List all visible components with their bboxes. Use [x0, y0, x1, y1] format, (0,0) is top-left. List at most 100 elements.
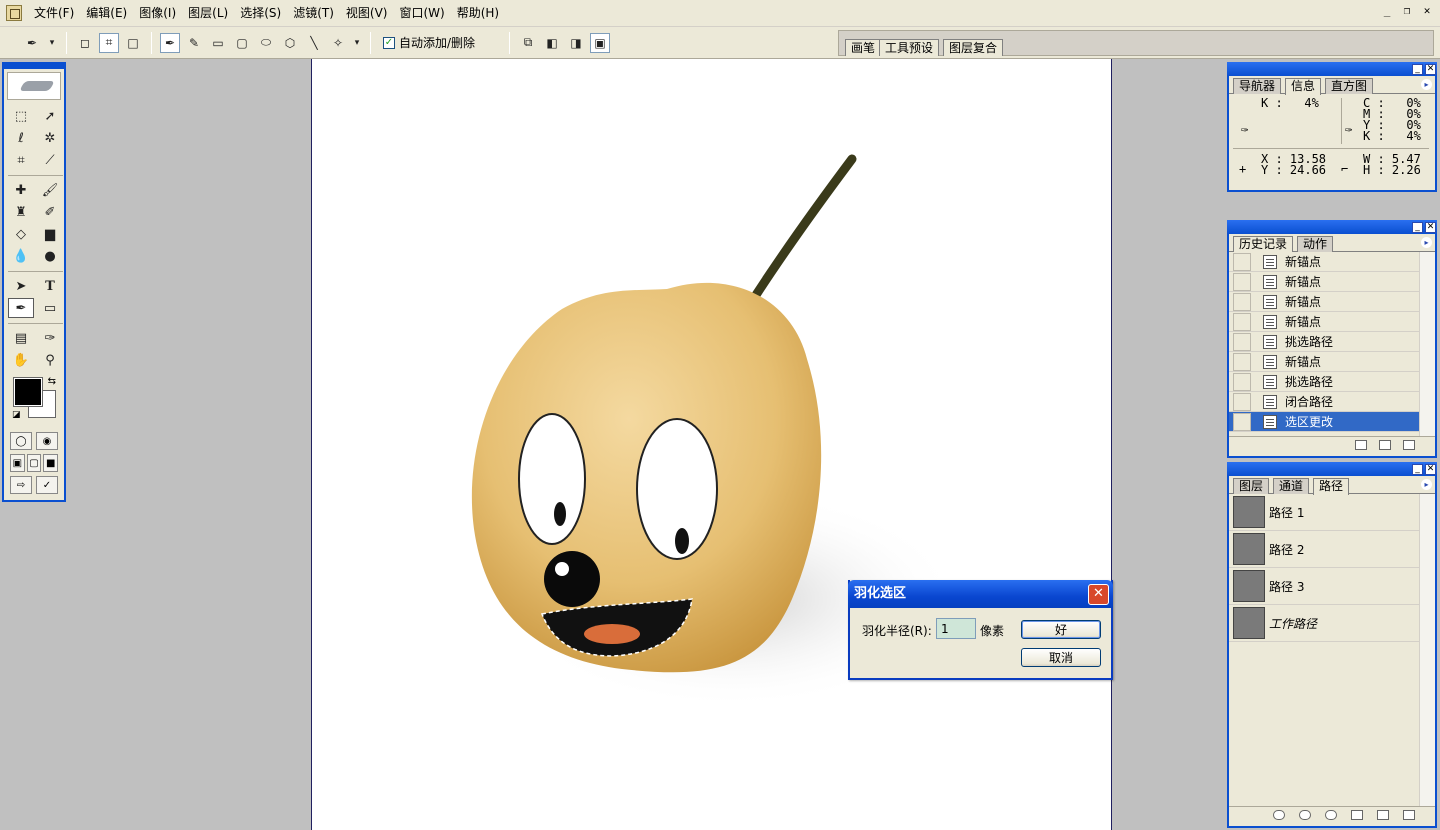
panel-menu-icon[interactable]: ▸ [1421, 79, 1432, 90]
lasso-icon[interactable]: ℓ [8, 128, 34, 148]
standard-screen-icon[interactable]: ▣ [10, 454, 25, 472]
minimize-icon[interactable]: _ [1412, 222, 1423, 233]
history-item[interactable]: 新锚点 [1229, 252, 1435, 272]
shape-layers-mode-icon[interactable]: ◻ [75, 33, 95, 53]
healing-brush-icon[interactable]: ✚ [8, 180, 34, 200]
notes-icon[interactable]: ▤ [8, 328, 34, 348]
magic-wand-icon[interactable]: ✲ [37, 128, 63, 148]
cancel-button[interactable]: 取消 [1021, 648, 1101, 667]
shape-icon[interactable]: ▭ [37, 298, 63, 318]
custom-shape-icon[interactable]: ✧ [328, 33, 348, 53]
well-tab-layer-comps[interactable]: 图层复合 [943, 39, 1004, 56]
dodge-icon[interactable]: ● [37, 246, 63, 266]
panel-title-bar[interactable]: _ ✕ [1227, 62, 1437, 76]
trash-icon[interactable] [1403, 809, 1415, 820]
work-path-item[interactable]: 工作路径 [1229, 605, 1435, 642]
pen-icon[interactable]: ✒ [8, 298, 34, 318]
fill-pixels-mode-icon[interactable]: □ [123, 33, 143, 53]
stroke-path-icon[interactable] [1299, 809, 1311, 820]
close-icon[interactable]: ✕ [1088, 584, 1109, 605]
panel-title-bar[interactable]: _ ✕ [1227, 220, 1437, 234]
history-brush-source-checkbox[interactable] [1233, 312, 1251, 331]
trash-icon[interactable] [1403, 439, 1415, 450]
history-brush-icon[interactable]: ✐ [37, 202, 63, 222]
history-scrollbar[interactable] [1419, 252, 1435, 436]
snapshot-icon[interactable] [1379, 439, 1391, 450]
new-path-icon[interactable] [1377, 809, 1389, 820]
chevron-down-icon[interactable]: ▾ [352, 33, 362, 53]
path-selection-icon[interactable]: ➤ [8, 276, 34, 296]
minimize-icon[interactable]: _ [1412, 464, 1423, 475]
history-brush-source-checkbox[interactable] [1233, 392, 1251, 411]
imageready-icon[interactable]: ✓ [36, 476, 58, 494]
swap-colors-icon[interactable]: ⇆ [48, 376, 56, 387]
path-item[interactable]: 路径 3 [1229, 568, 1435, 605]
feather-logo[interactable] [7, 72, 61, 100]
zoom-icon[interactable]: ⚲ [37, 350, 63, 370]
feather-radius-input[interactable] [936, 618, 976, 639]
history-item[interactable]: 闭合路径 [1229, 392, 1435, 412]
rectangle-icon[interactable]: ▭ [208, 33, 228, 53]
subtract-path-area-icon[interactable]: ◧ [542, 33, 562, 53]
new-document-from-state-icon[interactable] [1355, 439, 1367, 450]
crop-icon[interactable]: ⌗ [8, 150, 34, 170]
history-brush-source-checkbox[interactable] [1233, 372, 1251, 391]
close-icon[interactable]: ✕ [1425, 64, 1436, 75]
pen-icon[interactable]: ✒ [160, 32, 180, 53]
path-item[interactable]: 路径 2 [1229, 531, 1435, 568]
paths-scrollbar[interactable] [1419, 494, 1435, 806]
ok-button[interactable]: 好 [1021, 620, 1101, 639]
default-colors-icon[interactable]: ◪ [12, 410, 21, 420]
menu-layer[interactable]: 图层(L) [182, 0, 234, 27]
full-screen-icon[interactable]: ■ [43, 454, 59, 472]
menu-select[interactable]: 选择(S) [234, 0, 287, 27]
menu-file[interactable]: 文件(F) [28, 0, 80, 27]
path-item[interactable]: 路径 1 [1229, 494, 1435, 531]
well-tab-tool-presets[interactable]: 工具预设 [879, 39, 940, 56]
ellipse-icon[interactable]: ⬭ [256, 33, 276, 53]
history-brush-source-checkbox[interactable] [1233, 272, 1251, 291]
blur-icon[interactable]: 💧 [8, 246, 34, 266]
panel-menu-icon[interactable]: ▸ [1421, 237, 1432, 248]
load-path-as-selection-icon[interactable] [1325, 809, 1337, 820]
tab-paths[interactable]: 路径 [1313, 478, 1350, 495]
slice-icon[interactable]: ⟋ [37, 150, 63, 170]
history-item[interactable]: 新锚点 [1229, 312, 1435, 332]
paths-mode-icon[interactable]: ⌗ [99, 32, 119, 53]
eyedropper-icon[interactable]: ✑ [37, 328, 63, 348]
panel-title-bar[interactable]: _ ✕ [1227, 462, 1437, 476]
restore-icon[interactable]: ❐ [1398, 4, 1416, 20]
history-brush-source-checkbox[interactable] [1233, 252, 1251, 271]
quick-mask-icon[interactable]: ◉ [36, 432, 58, 450]
exclude-path-area-icon[interactable]: ▣ [590, 32, 611, 53]
fill-path-icon[interactable] [1273, 809, 1285, 820]
history-brush-source-checkbox[interactable] [1233, 292, 1251, 311]
dialog-title-bar[interactable]: 羽化选区 ✕ [848, 580, 1113, 608]
intersect-path-area-icon[interactable]: ◨ [566, 33, 586, 53]
panel-menu-icon[interactable]: ▸ [1421, 479, 1432, 490]
tab-navigator[interactable]: 导航器 [1233, 78, 1282, 94]
polygon-icon[interactable]: ⬡ [280, 33, 300, 53]
type-icon[interactable]: T [37, 276, 63, 296]
close-icon[interactable]: ✕ [1418, 4, 1436, 20]
tab-histogram[interactable]: 直方图 [1325, 78, 1374, 94]
history-item-selected[interactable]: 选区更改 [1229, 412, 1435, 432]
tab-layers[interactable]: 图层 [1233, 478, 1270, 494]
tab-actions[interactable]: 动作 [1297, 236, 1334, 252]
history-item[interactable]: 新锚点 [1229, 272, 1435, 292]
chevron-down-icon[interactable]: ▾ [46, 33, 58, 53]
history-item[interactable]: 挑选路径 [1229, 372, 1435, 392]
menu-filter[interactable]: 滤镜(T) [287, 0, 340, 27]
menu-help[interactable]: 帮助(H) [451, 0, 505, 27]
clone-stamp-icon[interactable]: ♜ [8, 202, 34, 222]
history-brush-source-checkbox[interactable] [1233, 352, 1251, 371]
line-icon[interactable]: ╲ [304, 33, 324, 53]
close-icon[interactable]: ✕ [1425, 222, 1436, 233]
minimize-icon[interactable]: _ [1378, 4, 1396, 20]
full-screen-menu-icon[interactable]: ▢ [26, 454, 42, 472]
jump-to-imageready-icon[interactable]: ⇨ [10, 476, 32, 494]
freeform-pen-icon[interactable]: ✎ [184, 33, 204, 53]
history-item[interactable]: 新锚点 [1229, 292, 1435, 312]
tab-channels[interactable]: 通道 [1273, 478, 1310, 494]
menu-image[interactable]: 图像(I) [133, 0, 182, 27]
